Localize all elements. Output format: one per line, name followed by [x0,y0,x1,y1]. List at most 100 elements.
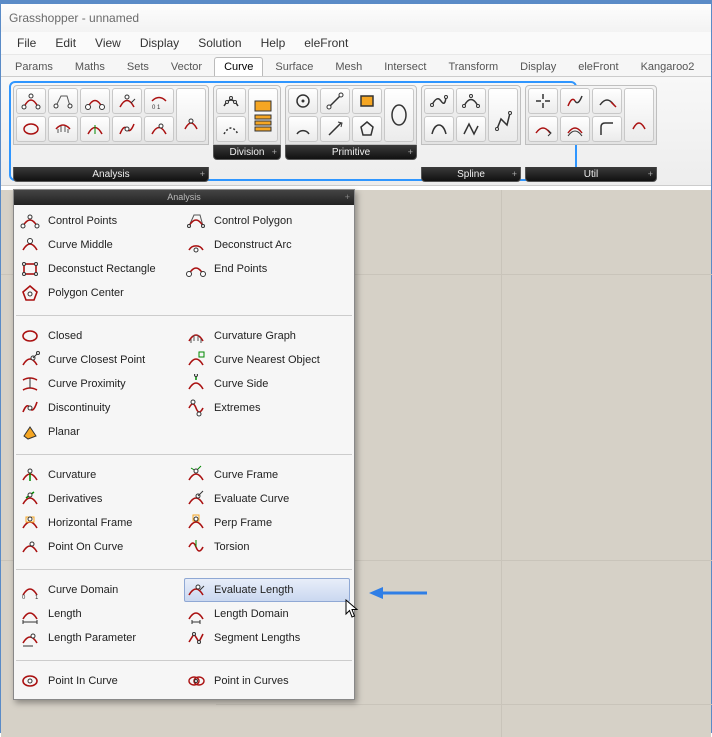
tool-dash-pattern[interactable] [216,116,246,142]
tab-display[interactable]: Display [510,57,566,76]
menu-item-curvature[interactable]: Curvature [18,463,184,487]
tool-discontinuity[interactable] [112,116,142,142]
tool-polyline[interactable] [488,88,518,142]
tool-curve-domain[interactable]: 0 1 [144,88,174,114]
menu-item-planar[interactable]: Planar [18,420,184,444]
curve-proximity-icon [20,374,40,394]
menu-view[interactable]: View [87,34,129,52]
tool-bezier-span[interactable] [424,116,454,142]
menu-item-end-points[interactable]: End Points [184,257,350,281]
menu-item-evaluate-curve[interactable]: Evaluate Curve [184,487,350,511]
ribbon-group-primitive: Primitive [285,85,417,182]
menu-item-deconstruct-rectangle[interactable]: Deconstuct Rectangle [18,257,184,281]
tool-project[interactable] [624,88,654,142]
tool-analysis-more[interactable] [176,88,206,142]
tool-arc[interactable] [288,116,318,142]
curvature-icon [20,465,40,485]
menu-item-curve-proximity[interactable]: Curve Proximity [18,372,184,396]
canvas-gridline [501,190,502,737]
tool-curvature-graph[interactable] [48,116,78,142]
menu-item-curve-nearest-object[interactable]: Curve Nearest Object [184,348,350,372]
point-on-curve-icon [20,537,40,557]
menu-item-torsion[interactable]: Torsion [184,535,350,559]
group-label-spline[interactable]: Spline [421,167,521,182]
menu-item-curve-side[interactable]: Curve Side [184,372,350,396]
tool-control-polygon[interactable] [48,88,78,114]
menu-display[interactable]: Display [132,34,187,52]
tool-explode[interactable] [528,88,558,114]
menu-file[interactable]: File [9,34,44,52]
tab-surface[interactable]: Surface [265,57,323,76]
tool-kinky-curve[interactable] [456,116,486,142]
tab-mesh[interactable]: Mesh [325,57,372,76]
tool-end-points[interactable] [80,88,110,114]
group-label-division[interactable]: Division [213,145,281,160]
menu-item-perp-frame[interactable]: Perp Frame [184,511,350,535]
tab-transform[interactable]: Transform [438,57,508,76]
tool-circle[interactable] [288,88,318,114]
tool-fillet[interactable] [592,116,622,142]
menu-item-point-in-curves[interactable]: Point in Curves [184,669,350,693]
menu-item-length[interactable]: Length [18,602,184,626]
menu-item-evaluate-length[interactable]: Evaluate Length [184,578,350,602]
menu-help[interactable]: Help [253,34,294,52]
menu-item-label: Curvature Graph [214,330,296,342]
tool-offset[interactable] [560,116,590,142]
tool-ellipse[interactable] [384,88,414,142]
menu-solution[interactable]: Solution [190,34,249,52]
tool-polygon[interactable] [352,116,382,142]
menu-item-extremes[interactable]: Extremes [184,396,350,420]
group-label-util[interactable]: Util [525,167,657,182]
group-label-primitive[interactable]: Primitive [285,145,417,160]
tab-elefront[interactable]: eleFront [568,57,628,76]
menu-item-curve-middle[interactable]: Curve Middle [18,233,184,257]
menu-item-closed[interactable]: Closed [18,324,184,348]
menu-item-control-points[interactable]: Control Points [18,209,184,233]
menu-item-deconstruct-arc[interactable]: Deconstruct Arc [184,233,350,257]
menu-item-curve-domain[interactable]: 01Curve Domain [18,578,184,602]
tool-extend[interactable] [592,88,622,114]
polygon-center-icon [20,283,40,303]
menu-item-discontinuity[interactable]: Discontinuity [18,396,184,420]
tool-divide-curve[interactable] [216,88,246,114]
tab-params[interactable]: Params [5,57,63,76]
tool-closed[interactable] [16,116,46,142]
menu-item-length-domain[interactable]: Length Domain [184,602,350,626]
tab-curve[interactable]: Curve [214,57,263,76]
tool-evaluate-length[interactable] [112,88,142,114]
group-label-analysis[interactable]: Analysis [13,167,209,182]
tool-contour[interactable] [248,88,278,142]
tool-curvature[interactable] [80,116,110,142]
tab-kangaroo2[interactable]: Kangaroo2 [631,57,705,76]
menu-item-segment-lengths[interactable]: Segment Lengths [184,626,350,650]
menu-item-curve-frame[interactable]: Curve Frame [184,463,350,487]
tab-user[interactable]: User [706,57,712,76]
menu-item-curve-closest-point[interactable]: Curve Closest Point [18,348,184,372]
menu-item-derivatives[interactable]: Derivatives [18,487,184,511]
tool-line-sdl[interactable] [320,116,350,142]
menu-elefront[interactable]: eleFront [296,34,356,52]
menu-item-length-parameter[interactable]: Length Parameter [18,626,184,650]
tab-vector[interactable]: Vector [161,57,212,76]
tool-nurbs-curve[interactable] [456,88,486,114]
menu-item-polygon-center[interactable]: Polygon Center [18,281,184,305]
tab-intersect[interactable]: Intersect [374,57,436,76]
tool-rectangle[interactable] [352,88,382,114]
menu-item-horizontal-frame[interactable]: Horizontal Frame [18,511,184,535]
menu-item-label: Closed [48,330,82,342]
window-title: Grasshopper - unnamed [9,11,139,25]
tool-control-points[interactable] [16,88,46,114]
menu-item-curvature-graph[interactable]: Curvature Graph [184,324,350,348]
menu-edit[interactable]: Edit [47,34,84,52]
tool-evaluate-curve[interactable] [144,116,174,142]
tab-sets[interactable]: Sets [117,57,159,76]
dropdown-header[interactable]: Analysis [14,190,354,205]
tool-line[interactable] [320,88,350,114]
tool-interpolate[interactable] [424,88,454,114]
menu-item-point-in-curve[interactable]: Point In Curve [18,669,184,693]
tool-flip-curve[interactable] [528,116,558,142]
menu-item-point-on-curve[interactable]: Point On Curve [18,535,184,559]
tab-maths[interactable]: Maths [65,57,115,76]
tool-join-curves[interactable] [560,88,590,114]
menu-item-control-polygon[interactable]: Control Polygon [184,209,350,233]
